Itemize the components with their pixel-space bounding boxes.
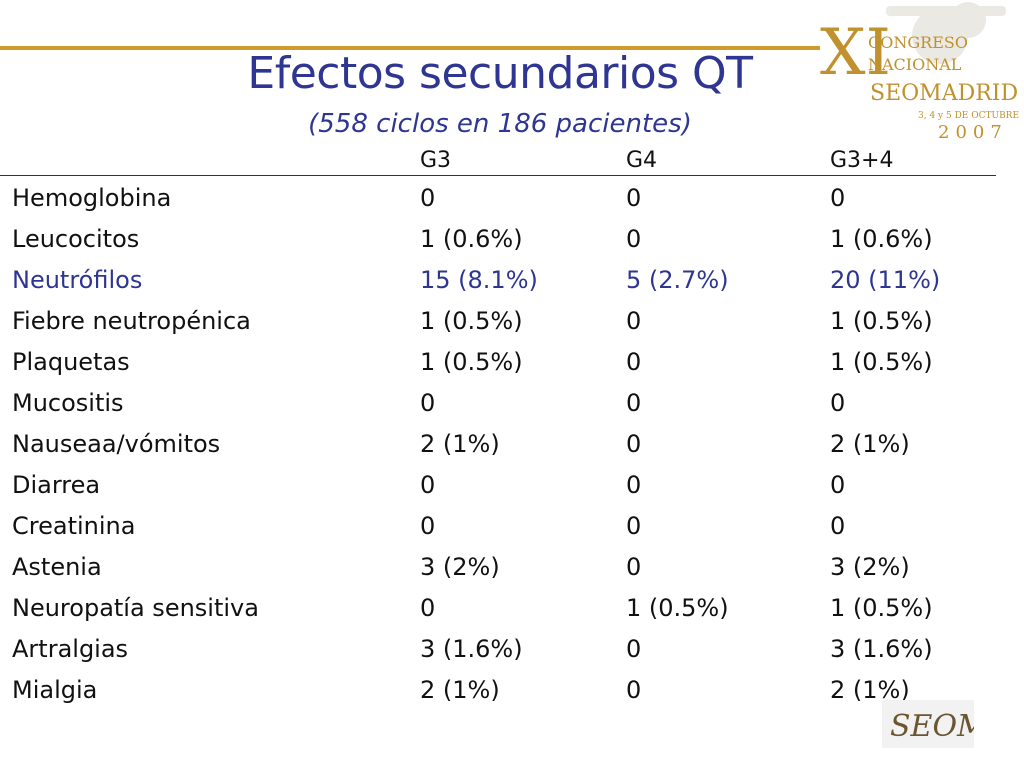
table-header-divider — [0, 175, 996, 176]
cell-g4: 0 — [626, 512, 642, 540]
cell-g4: 0 — [626, 430, 642, 458]
cell-g4: 0 — [626, 307, 642, 335]
cell-g3-4: 0 — [830, 184, 846, 212]
table-row: Leucocitos 1 (0.6%) 0 1 (0.6%) — [0, 219, 1000, 260]
table-row: Artralgias 3 (1.6%) 0 3 (1.6%) — [0, 629, 1000, 670]
cell-g3: 2 (1%) — [420, 676, 500, 704]
row-label: Leucocitos — [12, 225, 140, 253]
table-row: Mialgia 2 (1%) 0 2 (1%) — [0, 670, 1000, 711]
cell-g3-4: 2 (1%) — [830, 430, 910, 458]
cell-g4: 0 — [626, 635, 642, 663]
row-label: Fiebre neutropénica — [12, 307, 251, 335]
seom-corner-logo-text: SEOM — [890, 709, 974, 744]
cell-g3-4: 3 (2%) — [830, 553, 910, 581]
congress-logo-graphic: XI CONGRESO NACIONAL SEOMADRID 3, 4 y 5 … — [820, 2, 1019, 143]
page-subtitle: (558 ciclos en 186 pacientes) — [308, 109, 692, 139]
cell-g3: 15 (8.1%) — [420, 266, 538, 294]
table-row: Neuropatía sensitiva 0 1 (0.5%) 1 (0.5%) — [0, 588, 1000, 629]
congress-logo-line4: 3, 4 y 5 DE OCTUBRE — [918, 111, 1019, 121]
table-row: Astenia 3 (2%) 0 3 (2%) — [0, 547, 1000, 588]
cell-g3: 0 — [420, 184, 436, 212]
cell-g3: 0 — [420, 512, 436, 540]
cell-g3-4: 1 (0.5%) — [830, 348, 933, 376]
row-label: Mialgia — [12, 676, 98, 704]
cell-g3-4: 0 — [830, 512, 846, 540]
cell-g4: 0 — [626, 553, 642, 581]
table-row: Nauseaa/vómitos 2 (1%) 0 2 (1%) — [0, 424, 1000, 465]
cell-g3-4: 1 (0.5%) — [830, 594, 933, 622]
page-title: Efectos secundarios QT — [247, 48, 753, 99]
row-label: Nauseaa/vómitos — [12, 430, 221, 458]
cell-g3: 1 (0.6%) — [420, 225, 523, 253]
table-row: Hemoglobina 0 0 0 — [0, 178, 1000, 219]
row-label: Creatinina — [12, 512, 136, 540]
cell-g3: 2 (1%) — [420, 430, 500, 458]
cell-g3: 1 (0.5%) — [420, 348, 523, 376]
side-effects-table: Hemoglobina 0 0 0 Leucocitos 1 (0.6%) 0 1 (0.6%… — [0, 178, 1000, 711]
cell-g4: 0 — [626, 225, 642, 253]
column-header-g3: G3 — [420, 148, 452, 173]
cell-g4: 0 — [626, 676, 642, 704]
row-label: Hemoglobina — [12, 184, 172, 212]
row-label: Astenia — [12, 553, 102, 581]
cell-g3-4: 20 (11%) — [830, 266, 941, 294]
congress-logo-line1: CONGRESO — [868, 33, 968, 52]
row-label: Neutrófilos — [12, 266, 143, 294]
row-label: Neuropatía sensitiva — [12, 594, 259, 622]
cell-g3-4: 0 — [830, 471, 846, 499]
table-row: Plaquetas 1 (0.5%) 0 1 (0.5%) — [0, 342, 1000, 383]
cell-g3: 0 — [420, 471, 436, 499]
column-header-g4: G4 — [626, 148, 658, 173]
congress-logo: XI CONGRESO NACIONAL SEOMADRID 3, 4 y 5 … — [800, 0, 1024, 150]
table-row: Neutrófilos 15 (8.1%) 5 (2.7%) 20 (11%) — [0, 260, 1000, 301]
cell-g3: 3 (1.6%) — [420, 635, 523, 663]
cell-g4: 0 — [626, 389, 642, 417]
table-row: Diarrea 0 0 0 — [0, 465, 1000, 506]
cell-g3: 1 (0.5%) — [420, 307, 523, 335]
congress-logo-line5: 2007 — [938, 122, 1008, 143]
cell-g3-4: 1 (0.6%) — [830, 225, 933, 253]
cell-g4: 0 — [626, 348, 642, 376]
table-row: Creatinina 0 0 0 — [0, 506, 1000, 547]
congress-logo-roman-numeral: XI — [820, 16, 891, 90]
cell-g3: 3 (2%) — [420, 553, 500, 581]
cell-g3-4: 0 — [830, 389, 846, 417]
congress-logo-line2: NACIONAL — [868, 55, 962, 74]
cell-g3-4: 3 (1.6%) — [830, 635, 933, 663]
cell-g4: 5 (2.7%) — [626, 266, 729, 294]
row-label: Plaquetas — [12, 348, 130, 376]
congress-logo-line3: SEOMADRID — [870, 81, 1018, 106]
row-label: Artralgias — [12, 635, 129, 663]
cell-g3-4: 1 (0.5%) — [830, 307, 933, 335]
cell-g4: 0 — [626, 471, 642, 499]
cell-g3: 0 — [420, 594, 436, 622]
seom-corner-logo-graphic: SEOM — [890, 709, 989, 744]
column-header-g3-4: G3+4 — [830, 148, 894, 173]
seom-corner-logo: SEOM — [882, 700, 989, 748]
table-row: Mucositis 0 0 0 — [0, 383, 1000, 424]
row-label: Mucositis — [12, 389, 124, 417]
table-row: Fiebre neutropénica 1 (0.5%) 0 1 (0.5%) — [0, 301, 1000, 342]
row-label: Diarrea — [12, 471, 101, 499]
cell-g4: 0 — [626, 184, 642, 212]
cell-g4: 1 (0.5%) — [626, 594, 729, 622]
cell-g3: 0 — [420, 389, 436, 417]
